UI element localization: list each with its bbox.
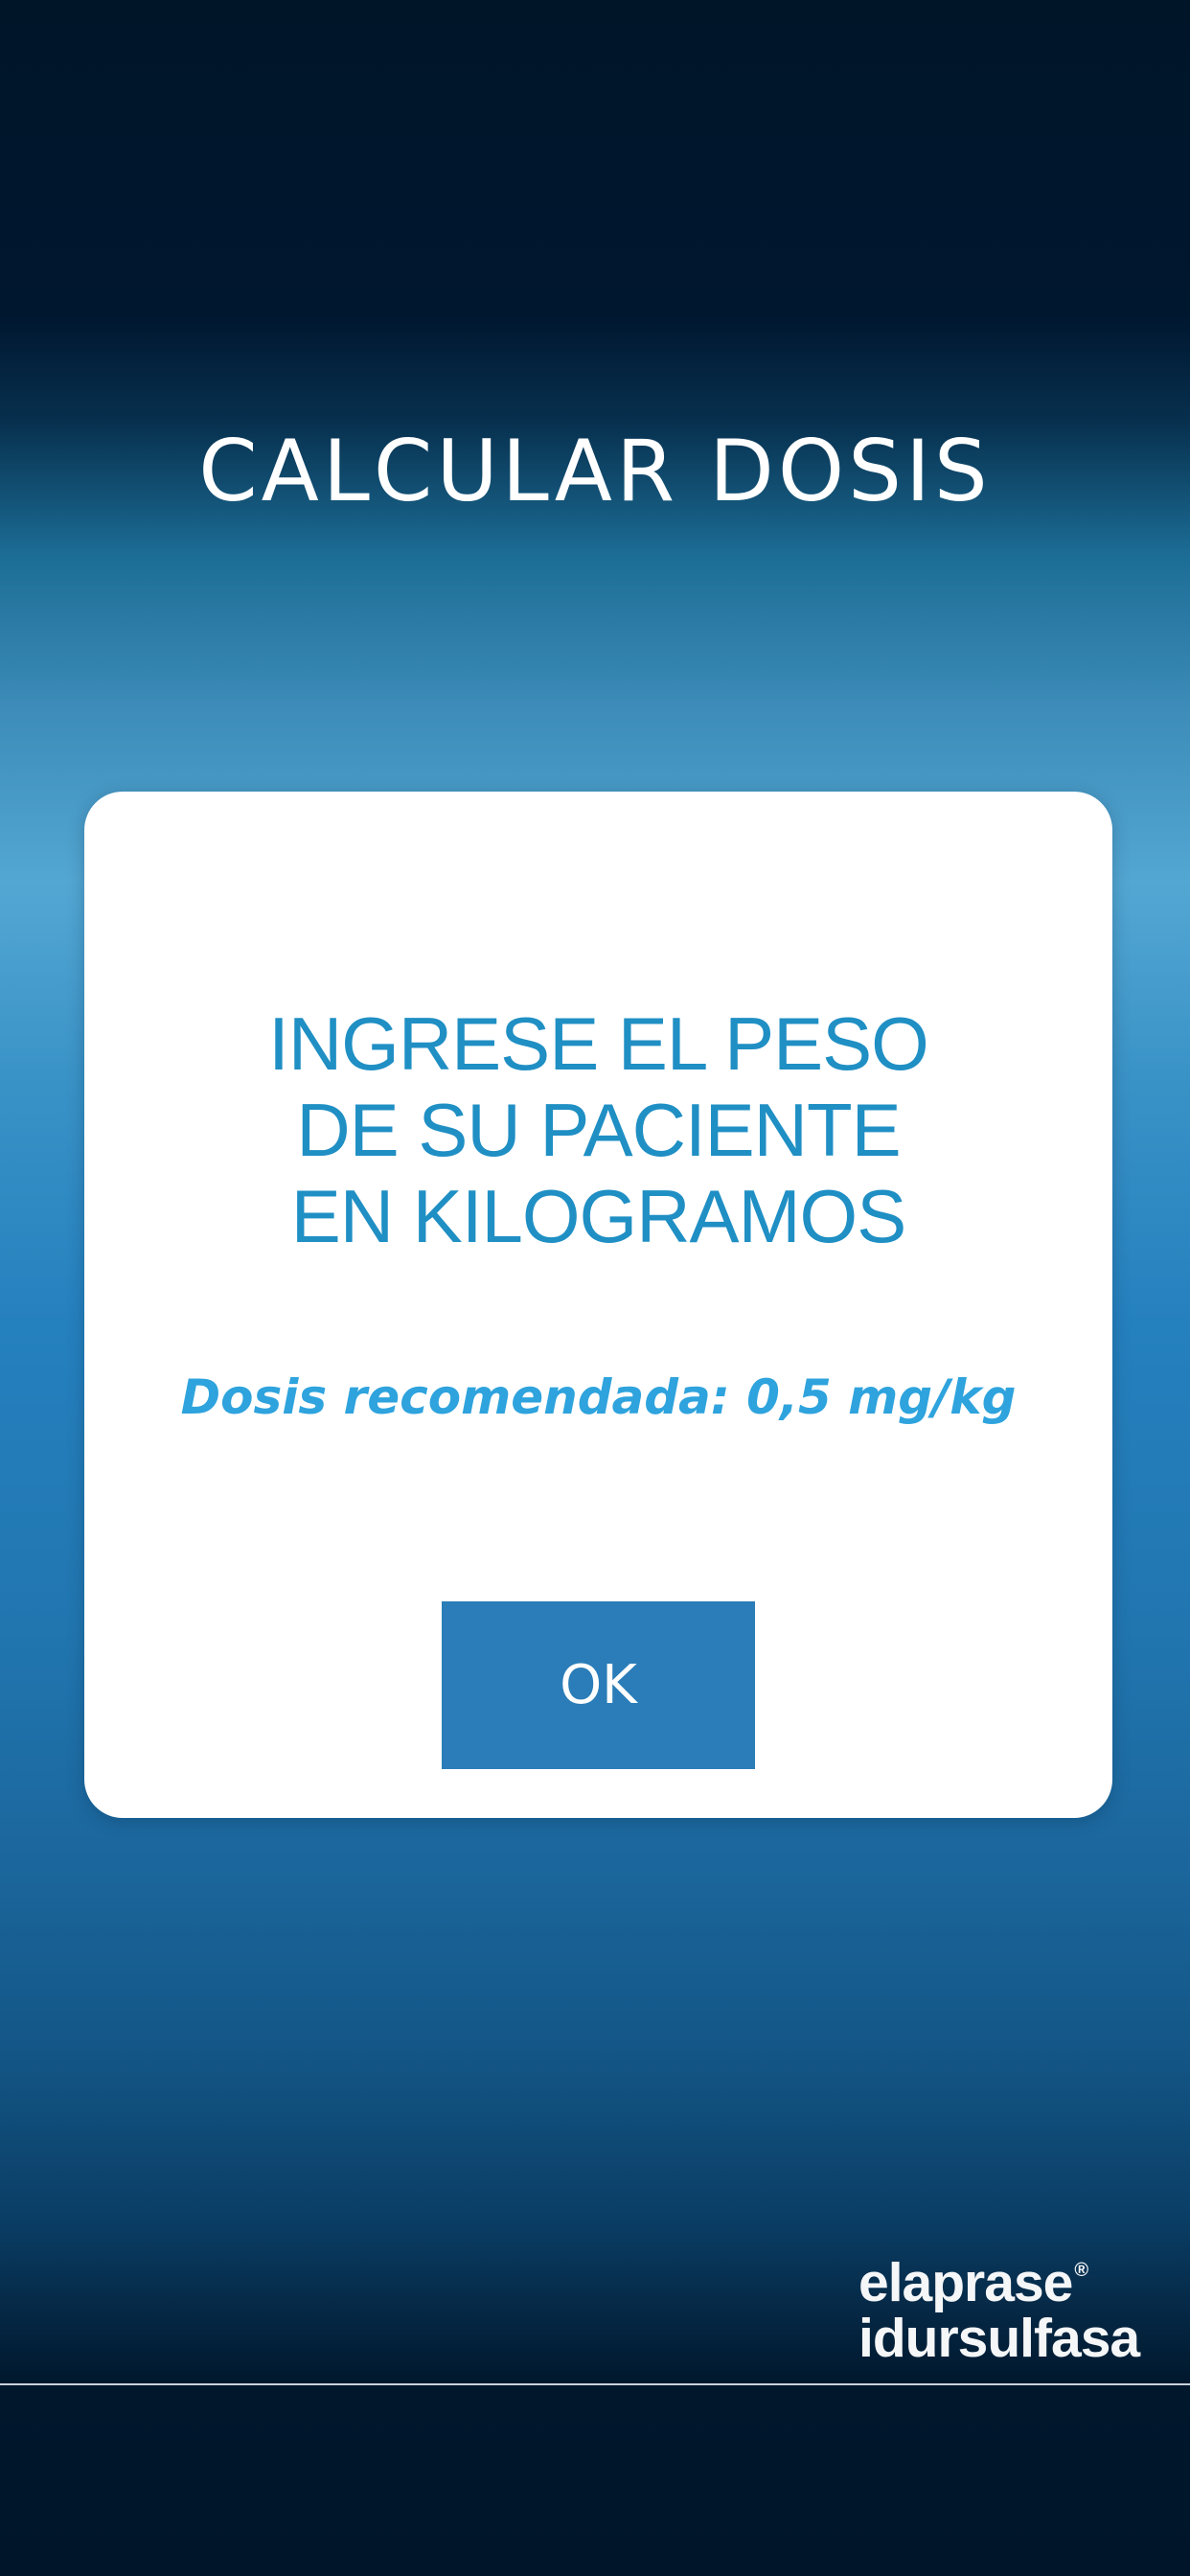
bottom-divider [0, 2383, 1190, 2385]
page-title: CALCULAR DOSIS [198, 422, 992, 520]
dialog-message: INGRESE EL PESO DE SU PACIENTE EN KILOGR… [84, 1000, 1112, 1259]
dialog-message-line: INGRESE EL PESO [268, 1001, 929, 1086]
ok-button[interactable]: OK [442, 1601, 755, 1769]
recommended-dose-text: Dosis recomendada: 0,5 mg/kg [180, 1369, 1017, 1425]
brand-generic-name: idursulfasa [858, 2308, 1140, 2369]
brand-name-line: elaprase ® [858, 2242, 1190, 2311]
dialog-message-line: DE SU PACIENTE [296, 1088, 901, 1172]
dialog-message-line: EN KILOGRAMOS [290, 1174, 906, 1258]
elaprase-logo: elaprase ® idursulfasa [858, 2242, 1190, 2366]
registered-mark: ® [1074, 2260, 1088, 2281]
brand-name: elaprase [858, 2252, 1073, 2313]
weight-prompt-dialog: INGRESE EL PESO DE SU PACIENTE EN KILOGR… [84, 792, 1112, 1818]
